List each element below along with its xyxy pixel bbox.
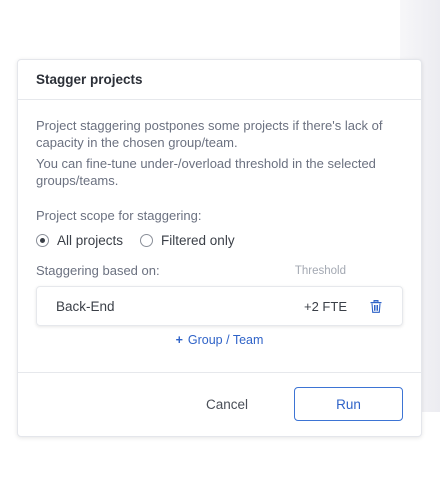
dialog-header: Stagger projects [18,60,421,100]
radio-all-projects[interactable]: All projects [36,233,123,248]
scope-label: Project scope for staggering: [36,208,202,223]
radio-unchecked-icon[interactable] [140,233,154,247]
radio-label: All projects [57,232,124,248]
team-name: Back-End [56,298,115,314]
dialog-footer: Cancel Run [18,372,421,436]
team-row: Back-End +2 FTE [36,286,403,326]
radio-checked-icon[interactable] [36,233,49,247]
run-button[interactable]: Run [294,387,403,421]
scope-radio-group: All projects Filtered only [36,231,403,249]
dialog-body: Project staggering postpones some projec… [18,100,421,347]
stagger-projects-dialog: Stagger projects Project staggering post… [17,59,422,437]
cancel-button[interactable]: Cancel [178,388,276,421]
plus-icon: + [175,333,183,347]
staggering-label: Staggering based on: [36,263,160,278]
dialog-title: Stagger projects [36,72,143,87]
threshold-column-header: Threshold [294,264,346,277]
staggering-header: Staggering based on: Threshold [36,262,403,279]
description-text-threshold: You can fine-tune under-/overload thresh… [36,156,376,188]
add-group-label: Group / Team [187,333,264,347]
description-text: Project staggering postpones some projec… [36,118,383,150]
radio-label: Filtered only [161,232,235,248]
team-threshold-value[interactable]: +2 FTE [304,299,347,314]
radio-filtered-only[interactable]: Filtered only [140,233,235,248]
trash-icon[interactable] [369,299,383,313]
add-group-team-link[interactable]: + Group / Team [36,333,403,347]
